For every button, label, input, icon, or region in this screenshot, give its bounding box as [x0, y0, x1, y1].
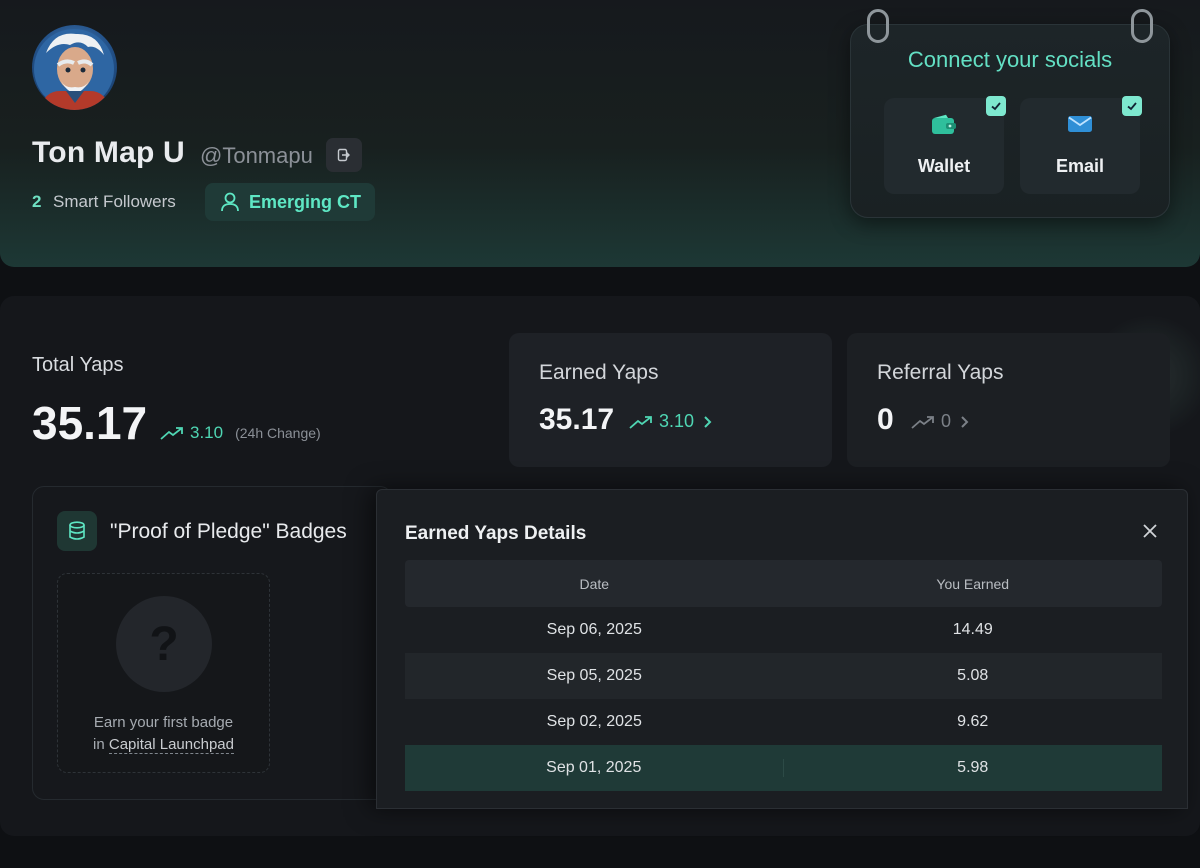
- connect-socials-card: Connect your socials Wallet Email: [850, 9, 1170, 218]
- earned-yaps-delta: 3.10: [659, 411, 695, 431]
- badge-hint-prefix: in: [93, 736, 105, 753]
- row-date: Sep 02, 2025: [546, 713, 642, 730]
- pledge-badges-section: "Proof of Pledge" Badges ? Earn your fir…: [32, 486, 392, 800]
- total-yaps-value: 35.17: [32, 397, 148, 449]
- trend-up-icon: [629, 415, 652, 429]
- table-header: Date You Earned: [405, 560, 1162, 607]
- smart-followers-count: 2: [32, 192, 42, 211]
- profile-handle: @Tonmapu: [200, 143, 313, 168]
- connect-email-button[interactable]: Email: [1020, 96, 1142, 194]
- table-row[interactable]: Sep 01, 2025 5.98: [405, 745, 1162, 791]
- close-button[interactable]: [1139, 520, 1161, 542]
- connect-wallet-button[interactable]: Wallet: [884, 96, 1006, 194]
- tier-label: Emerging CT: [249, 191, 362, 212]
- empty-badge-slot: ? Earn your first badge in Capital Launc…: [57, 573, 270, 773]
- referral-yaps-card[interactable]: Referral Yaps 0 0: [847, 333, 1170, 467]
- table-row: Sep 06, 2025 14.49: [405, 607, 1162, 653]
- check-icon: [986, 96, 1006, 116]
- binder-ring-icon: [867, 9, 889, 43]
- smart-followers-label: Smart Followers: [53, 192, 176, 211]
- change-period-note: (24h Change): [235, 425, 321, 441]
- row-date: Sep 06, 2025: [546, 621, 642, 638]
- row-date: Sep 01, 2025: [405, 759, 784, 777]
- earned-yaps-value: 35.17: [539, 403, 615, 436]
- trend-up-icon: [911, 415, 934, 429]
- wallet-icon: [932, 114, 956, 134]
- column-header-earned: You Earned: [936, 575, 1010, 592]
- earned-yaps-card[interactable]: Earned Yaps 35.17 3.10: [509, 333, 832, 467]
- total-yaps-label: Total Yaps: [32, 354, 124, 376]
- close-icon: [1143, 524, 1157, 538]
- trend-up-icon: [160, 427, 183, 440]
- table-row: Sep 05, 2025 5.08: [405, 653, 1162, 699]
- referral-yaps-value: 0: [877, 403, 894, 436]
- column-header-date: Date: [579, 575, 610, 592]
- row-earned: 5.98: [957, 759, 989, 776]
- row-earned: 5.08: [957, 667, 989, 684]
- total-yaps-delta: 3.10: [190, 423, 224, 442]
- earned-yaps-table: Date You Earned Sep 06, 2025 14.49 Sep 0…: [405, 560, 1162, 791]
- referral-yaps-change: 0: [911, 411, 971, 432]
- earned-yaps-label: Earned Yaps: [539, 361, 659, 384]
- badges-title: "Proof of Pledge" Badges: [110, 520, 347, 543]
- table-row: Sep 02, 2025 9.62: [405, 699, 1162, 745]
- referral-yaps-label: Referral Yaps: [877, 361, 1004, 384]
- avatar[interactable]: [32, 25, 117, 110]
- chevron-right-icon: [704, 415, 712, 428]
- wallet-label: Wallet: [917, 156, 971, 176]
- question-mark-icon: ?: [116, 596, 212, 692]
- row-earned: 14.49: [952, 621, 993, 638]
- logout-icon: [337, 148, 350, 162]
- email-label: Email: [1055, 156, 1105, 176]
- check-icon: [1122, 96, 1142, 116]
- modal-title: Earned Yaps Details: [405, 523, 587, 544]
- row-earned: 9.62: [957, 713, 989, 730]
- profile-header: Ton Map U @Tonmapu 2 Smart Followers Eme…: [0, 0, 1200, 267]
- total-yaps-change: 3.10 (24h Change): [160, 423, 321, 443]
- binder-ring-icon: [1131, 9, 1153, 43]
- badge-hint: Earn your first badge in Capital Launchp…: [58, 712, 269, 756]
- tier-badge: Emerging CT: [205, 183, 376, 221]
- capital-launchpad-link[interactable]: Capital Launchpad: [108, 736, 234, 754]
- logout-button[interactable]: [326, 138, 362, 172]
- chevron-right-icon: [961, 415, 969, 428]
- database-icon: [57, 511, 97, 551]
- referral-yaps-delta: 0: [941, 411, 952, 431]
- profile-name: Ton Map U: [32, 136, 185, 169]
- email-icon: [1068, 116, 1092, 132]
- row-date: Sep 05, 2025: [546, 667, 642, 684]
- earned-yaps-details-modal: Earned Yaps Details Date You Earned Sep …: [376, 489, 1188, 809]
- user-icon: [221, 192, 239, 212]
- badge-hint-line: Earn your first badge: [93, 714, 234, 731]
- earned-yaps-change: 3.10: [629, 411, 714, 432]
- connect-socials-title: Connect your socials: [907, 47, 1113, 72]
